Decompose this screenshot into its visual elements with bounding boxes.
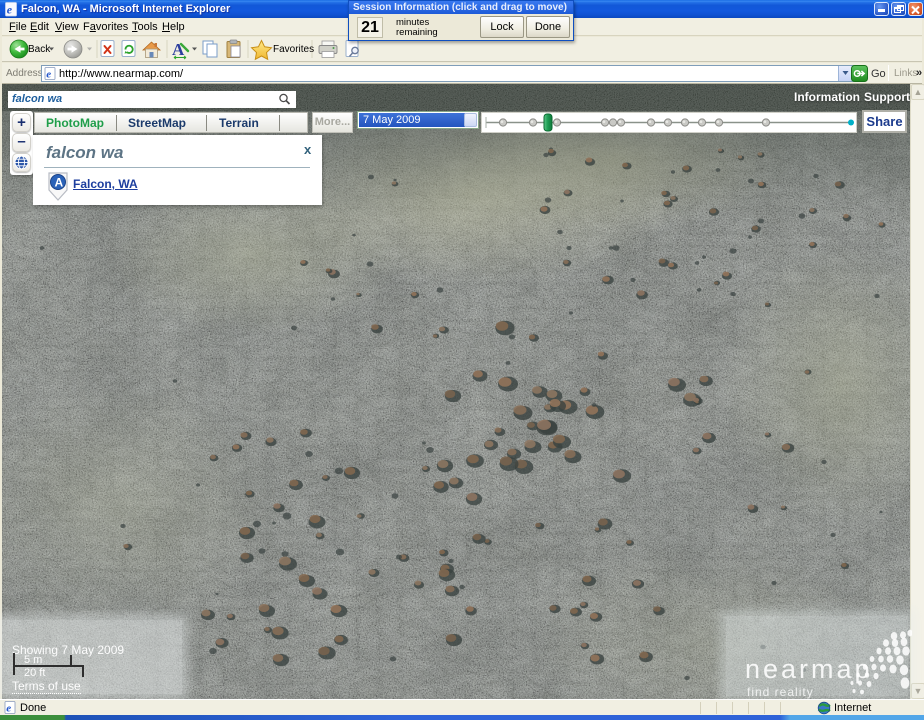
svg-text:e: e [46,69,51,81]
svg-text:e: e [6,703,11,715]
svg-text:e: e [7,3,13,17]
svg-text:A: A [172,40,185,59]
svg-text:A: A [55,176,64,190]
